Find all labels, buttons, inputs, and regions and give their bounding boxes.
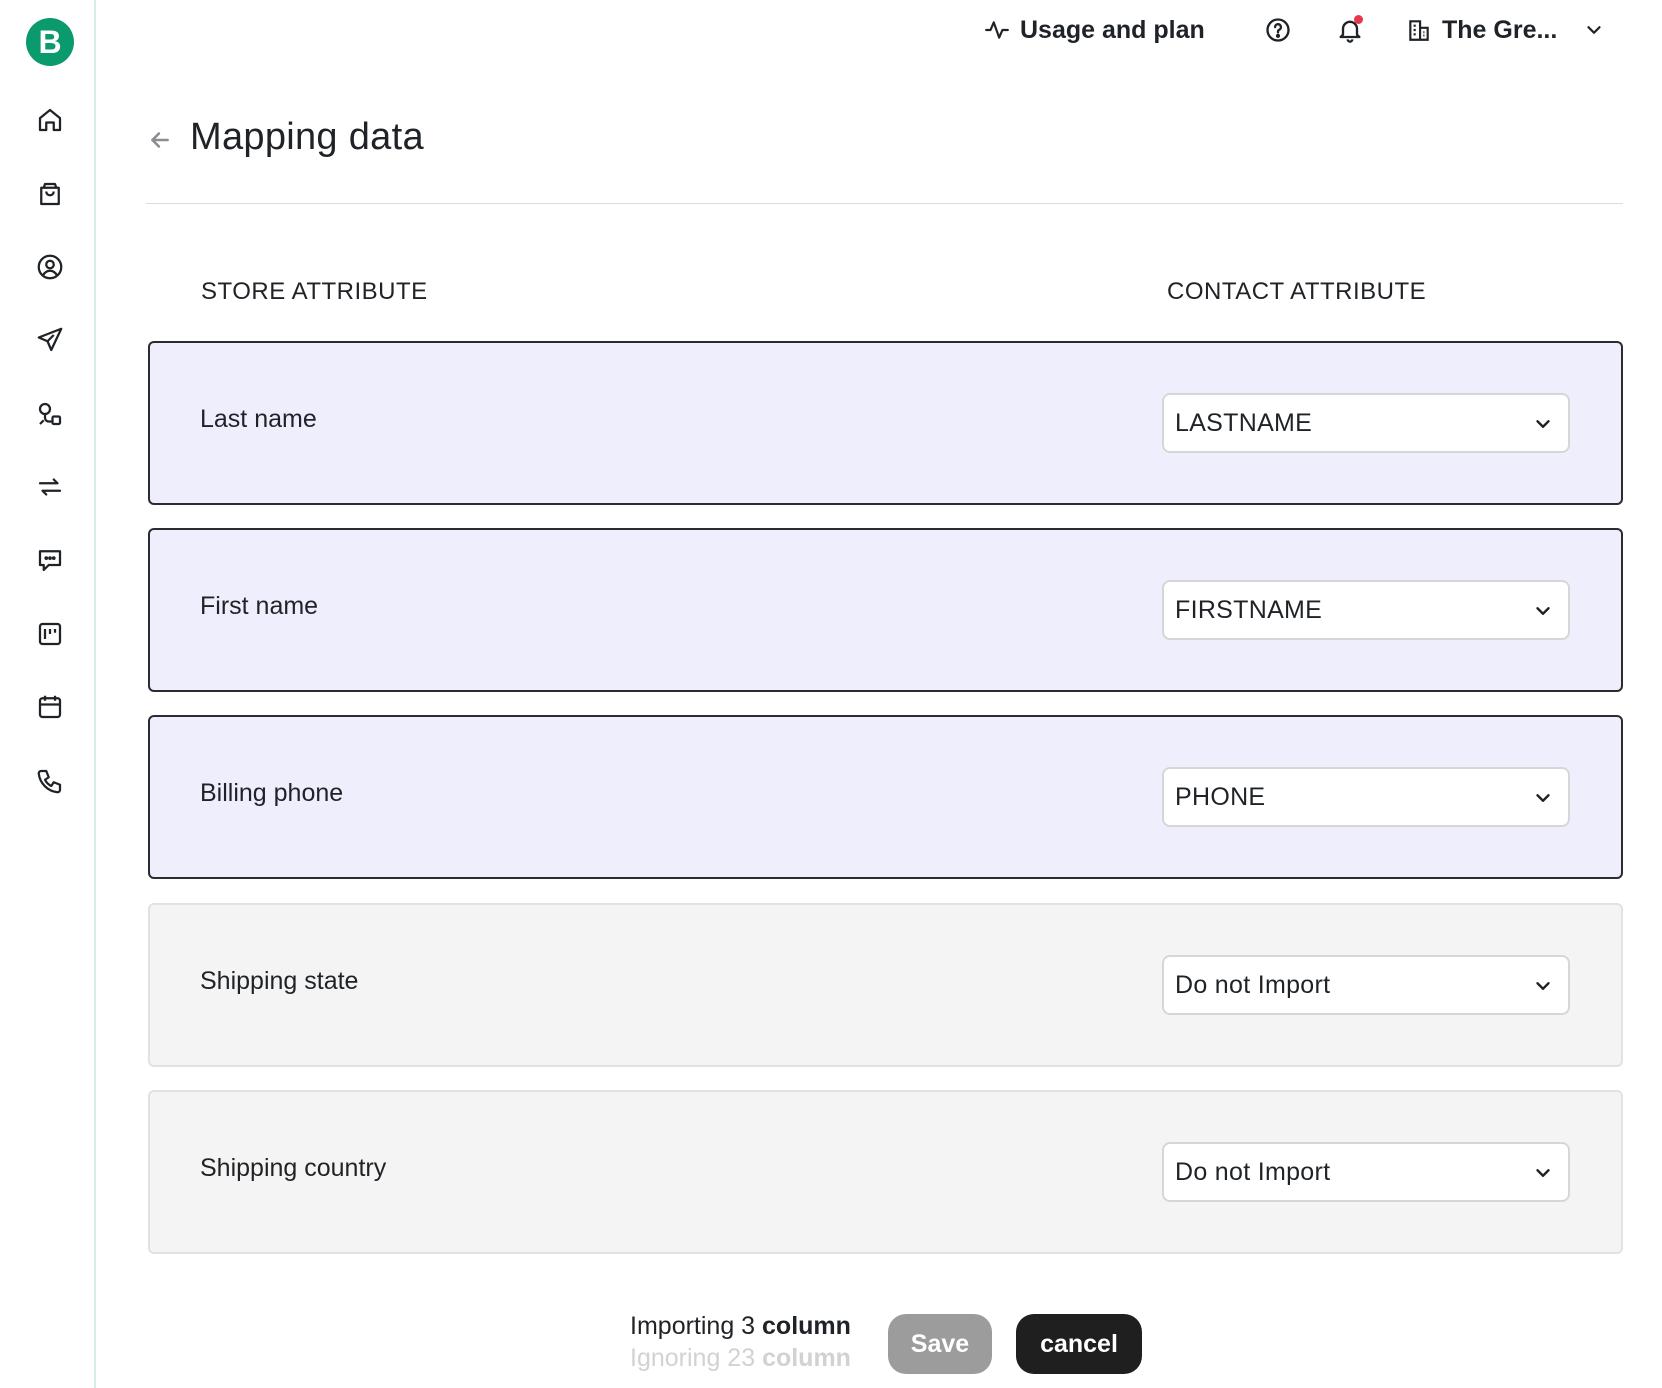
select-value: FIRSTNAME: [1175, 595, 1323, 624]
ignoring-prefix: Ignoring 23: [630, 1344, 756, 1372]
chevron-down-icon: [1536, 982, 1550, 990]
store-attribute-label: Shipping state: [200, 967, 359, 995]
top-bar: Usage and plan The Gre...: [96, 0, 1662, 62]
shopping-bag-icon[interactable]: [34, 178, 66, 210]
building-icon: [1409, 20, 1429, 41]
import-summary: Importing 3 column Ignoring 23 column: [630, 1310, 851, 1374]
chevron-down-icon: [1587, 26, 1601, 34]
help-icon[interactable]: [1262, 14, 1294, 46]
brevo-logo[interactable]: B: [26, 18, 74, 66]
select-value: PHONE: [1175, 782, 1266, 811]
store-attribute-label: Billing phone: [200, 779, 344, 807]
contact-attribute-select[interactable]: LASTNAME: [1162, 393, 1570, 453]
mapping-row[interactable]: First name FIRSTNAME: [148, 528, 1623, 692]
usage-and-plan-link[interactable]: Usage and plan: [984, 14, 1205, 46]
contact-attribute-select[interactable]: PHONE: [1162, 767, 1570, 827]
mapping-row[interactable]: Last name LASTNAME: [148, 341, 1623, 505]
back-arrow-icon[interactable]: [146, 126, 174, 154]
home-icon[interactable]: [34, 104, 66, 136]
header-divider: [146, 203, 1623, 204]
chevron-down-icon: [1536, 794, 1550, 802]
kanban-icon[interactable]: [34, 618, 66, 650]
page-header: Mapping data: [146, 116, 1622, 206]
usage-label: Usage and plan: [1020, 15, 1205, 44]
contacts-icon[interactable]: [34, 251, 66, 283]
select-value: Do not Import: [1175, 970, 1331, 999]
org-name: The Gre...: [1442, 15, 1558, 44]
contact-attribute-select[interactable]: Do not Import: [1162, 955, 1570, 1015]
calendar-icon[interactable]: [34, 691, 66, 723]
chevron-down-icon: [1536, 1169, 1550, 1177]
store-attribute-label: First name: [200, 592, 319, 620]
store-attribute-label: Last name: [200, 405, 317, 433]
mapping-row[interactable]: Shipping state Do not Import: [148, 903, 1623, 1067]
select-value: Do not Import: [1175, 1157, 1331, 1186]
select-value: LASTNAME: [1175, 408, 1313, 437]
mapping-row[interactable]: Billing phone PHONE: [148, 715, 1623, 879]
store-attribute-header: STORE ATTRIBUTE: [201, 278, 428, 305]
sync-icon[interactable]: [34, 471, 66, 503]
chat-icon[interactable]: [34, 544, 66, 576]
save-button[interactable]: Save: [888, 1314, 992, 1374]
automation-icon[interactable]: [34, 398, 66, 430]
cancel-button[interactable]: cancel: [1016, 1314, 1142, 1374]
chevron-down-icon: [1536, 420, 1550, 428]
logo-letter: B: [38, 23, 62, 60]
contact-attribute-select[interactable]: FIRSTNAME: [1162, 580, 1570, 640]
activity-icon: [985, 21, 1009, 39]
contact-attribute-header: CONTACT ATTRIBUTE: [1167, 278, 1427, 305]
notification-bell-icon[interactable]: [1334, 14, 1366, 46]
page-title: Mapping data: [190, 116, 424, 158]
ignoring-suffix: column: [762, 1344, 851, 1372]
store-attribute-label: Shipping country: [200, 1154, 387, 1182]
notification-dot: [1354, 15, 1363, 24]
phone-icon[interactable]: [34, 765, 66, 797]
mapping-row[interactable]: Shipping country Do not Import: [148, 1090, 1623, 1254]
ignoring-count: Ignoring 23 column: [630, 1342, 851, 1374]
importing-suffix: column: [762, 1312, 851, 1340]
importing-count: Importing 3 column: [630, 1310, 851, 1342]
send-icon[interactable]: [34, 324, 66, 356]
contact-attribute-select[interactable]: Do not Import: [1162, 1142, 1570, 1202]
chevron-down-icon: [1536, 607, 1550, 615]
organization-switcher[interactable]: The Gre...: [1406, 14, 1605, 46]
sidebar: B: [0, 0, 96, 1388]
importing-prefix: Importing 3: [630, 1312, 756, 1340]
